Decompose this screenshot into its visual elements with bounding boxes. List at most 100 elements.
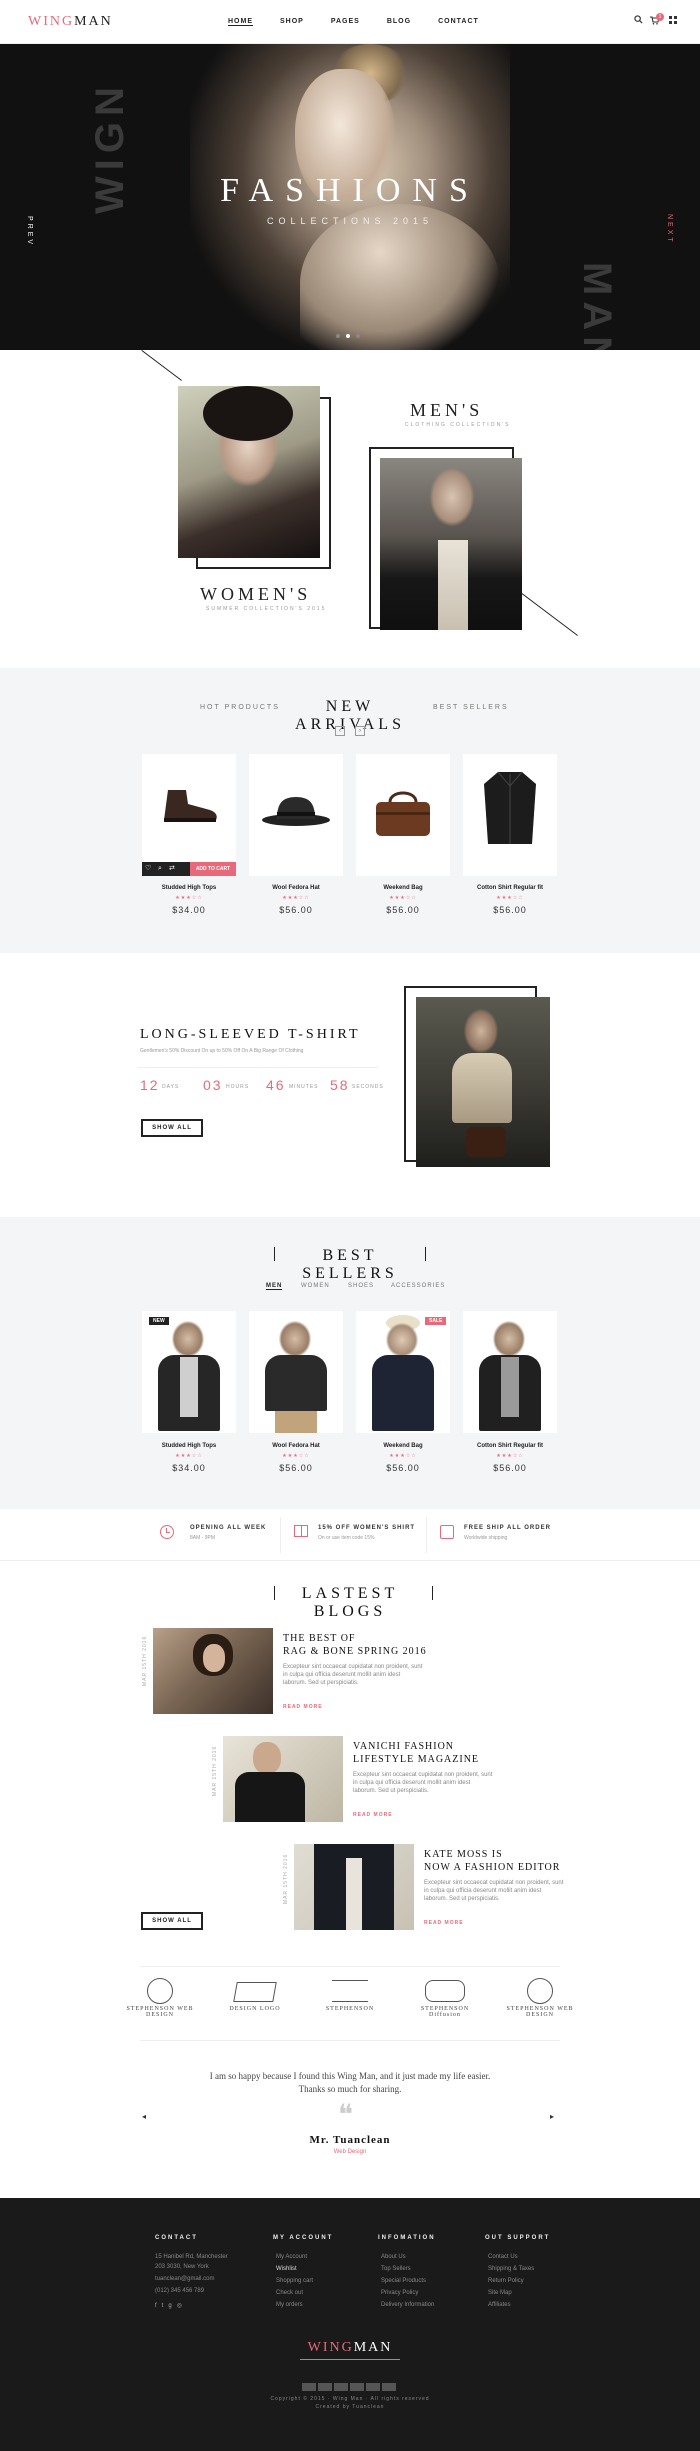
- product-card[interactable]: [356, 754, 450, 876]
- footer-phone: (012) 345 456 789: [155, 2288, 205, 2294]
- instagram-icon[interactable]: ◎: [177, 2303, 187, 2309]
- footer-email[interactable]: tuanclean@gmail.com: [155, 2276, 214, 2282]
- boot-image: [164, 790, 217, 822]
- wishlist-icon[interactable]: ♡: [145, 865, 153, 873]
- tab-accessories[interactable]: ACCESSORIES: [391, 1283, 445, 1289]
- blog-image[interactable]: [153, 1628, 273, 1714]
- arrivals-next-button[interactable]: ›: [355, 726, 365, 736]
- search-icon[interactable]: [634, 15, 643, 27]
- product-card[interactable]: [249, 754, 343, 876]
- testimonial-text-line2: Thanks so much for sharing.: [298, 2084, 402, 2094]
- blog-image[interactable]: [223, 1736, 343, 1822]
- brand-logo[interactable]: STEPHENSON WEB DESIGN: [125, 1978, 195, 2028]
- footer-link[interactable]: Affiliates: [488, 2302, 511, 2308]
- nav-pages[interactable]: PAGES: [331, 18, 360, 26]
- product-card[interactable]: [463, 754, 557, 876]
- main-nav: HOME SHOP PAGES BLOG CONTACT: [228, 18, 506, 26]
- women-model-hair: [203, 386, 293, 441]
- featured-image[interactable]: [416, 997, 550, 1167]
- product-name[interactable]: Weekend Bag: [356, 885, 450, 891]
- footer-link[interactable]: Shipping & Taxes: [488, 2266, 534, 2272]
- payment-amex-icon: [350, 2383, 364, 2391]
- nav-contact[interactable]: CONTACT: [438, 18, 479, 26]
- product-card[interactable]: [249, 1311, 343, 1433]
- nav-blog[interactable]: BLOG: [387, 18, 411, 26]
- footer-link[interactable]: Site Map: [488, 2290, 512, 2296]
- footer-link[interactable]: Shopping cart: [276, 2278, 313, 2284]
- product-name[interactable]: Studded High Tops: [142, 1443, 236, 1449]
- product-rating: ★★★☆☆: [282, 895, 310, 901]
- footer-link[interactable]: Special Products: [381, 2278, 426, 2284]
- footer-link[interactable]: Top Sellers: [381, 2266, 411, 2272]
- tab-best-sellers[interactable]: BEST SELLERS: [433, 704, 509, 711]
- menu-icon[interactable]: [668, 15, 678, 28]
- slide-dot-1[interactable]: [336, 334, 340, 338]
- read-more-link[interactable]: READ MORE: [283, 1704, 323, 1710]
- blog-title[interactable]: VANICHI FASHION LIFESTYLE MAGAZINE: [353, 1740, 479, 1766]
- product-name[interactable]: Weekend Bag: [356, 1443, 450, 1449]
- arrivals-prev-button[interactable]: ‹: [335, 726, 345, 736]
- countdown-hours-label: HOURS: [226, 1084, 250, 1090]
- nav-shop[interactable]: SHOP: [280, 18, 304, 26]
- brand-logo[interactable]: STEPHENSON WEB DESIGN: [505, 1978, 575, 2028]
- women-collection-image[interactable]: [178, 386, 320, 558]
- slide-dot-3[interactable]: [356, 334, 360, 338]
- compare-icon[interactable]: ⇄: [169, 865, 177, 873]
- product-card[interactable]: [463, 1311, 557, 1433]
- blogs-show-all-button[interactable]: SHOW ALL: [141, 1912, 203, 1930]
- footer-link[interactable]: Delivery Information: [381, 2302, 434, 2308]
- tab-hot-products[interactable]: HOT PRODUCTS: [200, 704, 280, 711]
- blog-title[interactable]: THE BEST OF RAG & BONE SPRING 2016: [283, 1632, 427, 1658]
- men-title[interactable]: MEN'S: [410, 400, 483, 421]
- feature-subtitle: On or use item code 15%: [318, 1535, 375, 1541]
- nav-home[interactable]: HOME: [228, 18, 253, 26]
- product-card[interactable]: [356, 1311, 450, 1433]
- footer-link[interactable]: Privacy Policy: [381, 2290, 418, 2296]
- footer-link[interactable]: Wishlist: [276, 2266, 297, 2272]
- testimonial-role: Web Design: [333, 2149, 367, 2155]
- google-plus-icon[interactable]: g: [168, 2303, 176, 2309]
- brand-logo[interactable]: DESIGN LOGO: [220, 1978, 290, 2028]
- hero-prev-button[interactable]: PREV: [26, 216, 33, 247]
- women-title[interactable]: WOMEN'S: [200, 584, 311, 605]
- add-to-cart-button[interactable]: ADD TO CART: [190, 862, 236, 876]
- blog-image[interactable]: [294, 1844, 414, 1930]
- facebook-icon[interactable]: f: [155, 2303, 162, 2309]
- product-name[interactable]: Cotton Shirt Regular fit: [463, 885, 557, 891]
- brand-logo[interactable]: STEPHENSON Diffusion: [410, 1978, 480, 2028]
- product-name[interactable]: Cotton Shirt Regular fit: [463, 1443, 557, 1449]
- read-more-link[interactable]: READ MORE: [353, 1812, 393, 1818]
- footer-link[interactable]: My orders: [276, 2302, 303, 2308]
- men-model-shirt: [438, 540, 468, 630]
- logo[interactable]: WINGMAN: [28, 14, 113, 30]
- tab-men[interactable]: MEN: [266, 1283, 283, 1290]
- footer-link[interactable]: My Account: [276, 2254, 307, 2260]
- brand-logo[interactable]: STEPHENSON: [315, 1978, 385, 2028]
- feature-subtitle: Worldwide shipping: [464, 1535, 508, 1541]
- hero-next-button[interactable]: NEXT: [666, 214, 673, 245]
- copyright: Copyright © 2015 · Wing Man · All rights…: [270, 2396, 430, 2402]
- slide-dot-2[interactable]: [346, 334, 350, 338]
- product-rating: ★★★☆☆: [389, 1453, 417, 1459]
- product-card[interactable]: [142, 1311, 236, 1433]
- payment-visa-icon: [302, 2383, 316, 2391]
- tab-women[interactable]: WOMEN: [301, 1283, 330, 1289]
- testimonial-next-button[interactable]: ▸: [550, 2112, 554, 2121]
- product-name[interactable]: Wool Fedora Hat: [249, 885, 343, 891]
- testimonial-prev-button[interactable]: ◂: [142, 2112, 146, 2121]
- men-collection-image[interactable]: [380, 458, 522, 630]
- page: WINGMAN HOME SHOP PAGES BLOG CONTACT 1 W…: [0, 0, 700, 2451]
- read-more-link[interactable]: READ MORE: [424, 1920, 464, 1926]
- search-icon[interactable]: ⌕: [158, 865, 166, 873]
- show-all-button[interactable]: SHOW ALL: [141, 1119, 203, 1137]
- product-name[interactable]: Wool Fedora Hat: [249, 1443, 343, 1449]
- blog-title[interactable]: KATE MOSS IS NOW A FASHION EDITOR: [424, 1848, 560, 1874]
- product-card[interactable]: ♡ ⌕ ⇄ ADD TO CART: [142, 754, 236, 876]
- footer-link[interactable]: Return Policy: [488, 2278, 524, 2284]
- product-name[interactable]: Studded High Tops: [142, 885, 236, 891]
- footer-link[interactable]: Contact Us: [488, 2254, 518, 2260]
- footer-link[interactable]: About Us: [381, 2254, 406, 2260]
- tab-shoes[interactable]: SHOES: [348, 1283, 374, 1289]
- footer-link[interactable]: Check out: [276, 2290, 303, 2296]
- footer-logo[interactable]: WINGMAN: [0, 2340, 700, 2356]
